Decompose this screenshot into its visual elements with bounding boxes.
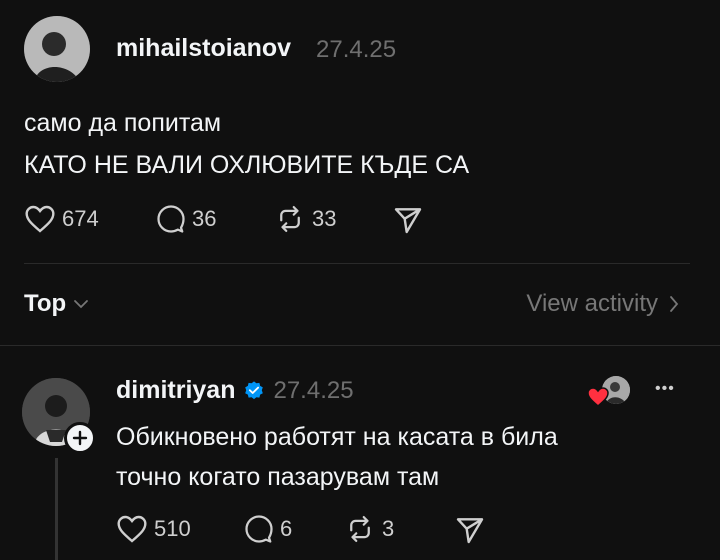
reply-text-line-2: точно когато пазарувам там bbox=[116, 463, 440, 491]
reply-author-username[interactable]: dimitriyan bbox=[116, 376, 235, 405]
send-icon bbox=[456, 518, 484, 544]
post-comment-count: 36 bbox=[192, 206, 217, 231]
reply-like-button[interactable]: 510 bbox=[116, 514, 191, 544]
heart-filled-icon bbox=[587, 387, 609, 407]
repost-icon bbox=[280, 206, 300, 232]
reply-share-button[interactable] bbox=[454, 514, 486, 546]
post-text-line-2: КАТО НЕ ВАЛИ ОХЛЮВИТЕ КЪДЕ СА bbox=[24, 151, 470, 179]
sort-divider bbox=[0, 345, 720, 346]
post-author-avatar[interactable] bbox=[24, 16, 90, 82]
reply-comment-count: 6 bbox=[280, 516, 293, 541]
reply-date: 27.4.25 bbox=[273, 376, 354, 404]
sort-label: Top bbox=[24, 290, 67, 317]
reply-repost-count: 3 bbox=[382, 516, 395, 541]
plus-icon bbox=[72, 430, 88, 446]
post-like-button[interactable]: 674 bbox=[24, 204, 99, 234]
reply-more-button[interactable]: ••• bbox=[655, 380, 675, 398]
post-comment-button[interactable]: 36 bbox=[156, 204, 216, 234]
thread-line bbox=[55, 458, 58, 560]
post-divider bbox=[24, 263, 690, 264]
reply-header: dimitriyan 27.4.25 bbox=[116, 376, 354, 405]
view-activity-link[interactable]: View activity bbox=[526, 290, 680, 318]
comment-icon bbox=[157, 205, 185, 233]
repost-icon bbox=[350, 516, 370, 542]
post-author-username[interactable]: mihailstoianov bbox=[116, 34, 291, 63]
chevron-down-icon bbox=[74, 300, 89, 309]
post-repost-button[interactable]: 33 bbox=[274, 204, 336, 234]
reply-repost-button[interactable]: 3 bbox=[344, 514, 394, 544]
heart-icon bbox=[25, 205, 55, 233]
post-share-button[interactable] bbox=[392, 204, 424, 236]
sort-dropdown[interactable]: Top bbox=[24, 290, 90, 318]
post-date: 27.4.25 bbox=[316, 36, 397, 63]
reply-text-line-1: Обикновено работят на касата в била bbox=[116, 423, 558, 451]
view-activity-label: View activity bbox=[526, 290, 658, 317]
avatar-photo-icon bbox=[24, 16, 90, 82]
chevron-right-icon bbox=[670, 296, 679, 312]
post-like-count: 674 bbox=[62, 206, 99, 231]
reply-like-count: 510 bbox=[154, 516, 191, 541]
post-repost-count: 33 bbox=[312, 206, 337, 231]
reply-comment-button[interactable]: 6 bbox=[244, 514, 292, 544]
send-icon bbox=[394, 208, 422, 234]
comment-icon bbox=[245, 515, 273, 543]
post-text-line-1: само да попитам bbox=[24, 109, 222, 137]
follow-plus-button[interactable] bbox=[64, 422, 96, 454]
heart-icon bbox=[117, 515, 147, 543]
verified-badge-icon bbox=[245, 380, 264, 399]
author-liked-indicator bbox=[586, 376, 632, 408]
